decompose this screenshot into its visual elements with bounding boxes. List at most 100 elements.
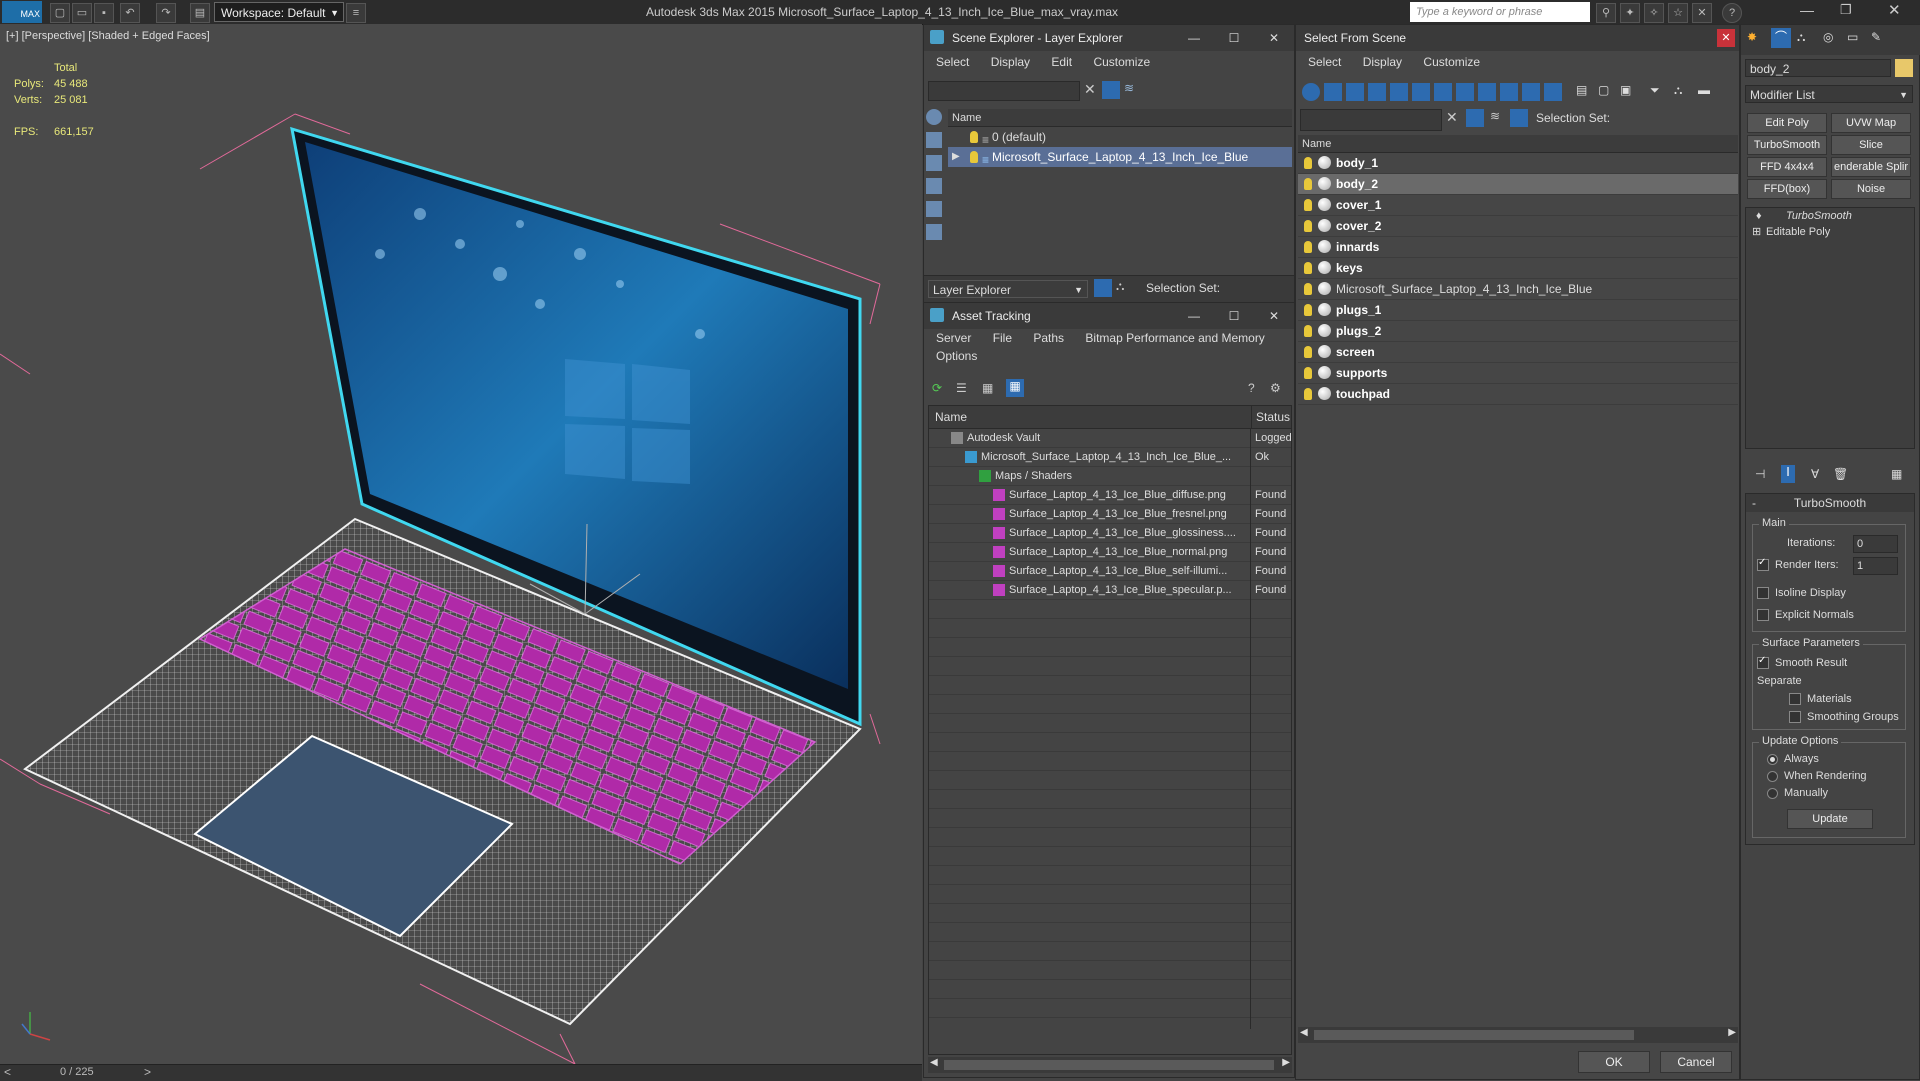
scene-explorer-column-name[interactable]: Name [948,109,1292,127]
scene-object-row[interactable]: supports [1298,363,1738,384]
time-prev-icon[interactable]: < [4,1065,11,1079]
when-rendering-radio[interactable]: When Rendering [1767,770,1867,782]
modify-tab-icon[interactable]: ⌒ [1771,28,1791,48]
lightbulb-icon[interactable] [1304,178,1312,190]
layer-row-laptop[interactable]: ▶ ≡ Microsoft_Surface_Laptop_4_13_Inch_I… [948,147,1292,167]
frozen-filter-icon[interactable] [1522,83,1540,101]
close-icon[interactable]: ✕ [1254,25,1294,51]
menu-file[interactable]: File [993,331,1012,345]
asset-row[interactable]: Maps / Shaders [929,467,1291,486]
scene-object-row[interactable]: plugs_1 [1298,300,1738,321]
cancel-button[interactable]: Cancel [1660,1051,1732,1073]
search-input[interactable]: Type a keyword or phrase [1410,2,1590,22]
scene-explorer-titlebar[interactable]: Scene Explorer - Layer Explorer — ☐ ✕ [924,25,1294,51]
lightbulb-icon[interactable] [1304,220,1312,232]
workspace-menu-icon[interactable]: ≡ [346,3,366,23]
sphere-filter-icon[interactable] [926,109,942,125]
display-tab-icon[interactable]: ▭ [1847,30,1858,44]
layers-icon[interactable]: ≋ [1490,109,1500,123]
asset-row[interactable]: Surface_Laptop_4_13_Ice_Blue_glossiness.… [929,524,1291,543]
asset-row[interactable]: Surface_Laptop_4_13_Ice_Blue_normal.png F… [929,543,1291,562]
select-all-icon[interactable]: ▤ [1576,83,1587,97]
always-radio[interactable]: Always [1767,753,1819,765]
workspace-dropdown[interactable]: Workspace: Default ▼ [214,2,344,22]
close-icon[interactable]: ✕ [1717,29,1735,47]
lightbulb-icon[interactable] [1304,388,1312,400]
minimize-icon[interactable]: — [1174,25,1214,51]
camera-filter-icon[interactable] [926,178,942,194]
modifier-button[interactable]: Slice [1831,135,1911,155]
container-filter-icon[interactable] [1500,83,1518,101]
asset-horizontal-scrollbar[interactable]: ◀ ▶ [928,1057,1292,1073]
shape-filter-icon[interactable] [1324,83,1342,101]
lightbulb-icon[interactable] [1304,199,1312,211]
modifier-button[interactable]: TurboSmooth [1747,135,1827,155]
group-filter-icon[interactable] [1434,83,1452,101]
asset-tracking-titlebar[interactable]: Asset Tracking — ☐ ✕ [924,303,1294,329]
spacewarp-filter-icon[interactable] [926,224,942,240]
clear-search-icon[interactable]: ✕ [1446,109,1458,126]
menu-customize[interactable]: Customize [1423,55,1480,69]
xref-filter-icon[interactable] [1456,83,1474,101]
explorer-type-dropdown[interactable]: Layer Explorer ▼ [928,280,1088,298]
scene-object-row[interactable]: innards [1298,237,1738,258]
select-horizontal-scrollbar[interactable]: ◀ ▶ [1298,1027,1738,1043]
modifier-button[interactable]: FFD(box) [1747,179,1827,199]
scene-object-row[interactable]: keys [1298,258,1738,279]
render-iters-spinner[interactable]: 1 [1853,557,1898,575]
lightbulb-icon[interactable] [1304,304,1312,316]
spacewarp-filter-icon[interactable] [1412,83,1430,101]
refresh-icon[interactable]: ⟳ [932,381,942,395]
scroll-thumb[interactable] [1314,1030,1634,1040]
scroll-thumb[interactable] [944,1060,1274,1070]
materials-checkbox[interactable]: Materials [1789,693,1852,706]
clear-search-icon[interactable]: ✕ [1084,81,1096,98]
pin-stack-icon[interactable]: ⊣ [1755,467,1765,481]
help-icon[interactable]: ? [1248,381,1255,395]
scroll-left-icon[interactable]: ◀ [1300,1027,1308,1038]
minimize-icon[interactable]: — [1800,2,1814,18]
settings-icon[interactable]: ⚙ [1270,381,1281,395]
asset-col-name[interactable]: Name [929,410,967,424]
time-slider[interactable]: < 0 / 225 > [0,1064,922,1081]
ok-button[interactable]: OK [1578,1051,1650,1073]
menu-display[interactable]: Display [991,55,1030,69]
binoculars-icon[interactable]: ⚲ [1596,3,1616,23]
lightbulb-icon[interactable] [1304,367,1312,379]
lightbulb-icon[interactable] [1304,325,1312,337]
iterations-spinner[interactable]: 0 [1853,535,1898,553]
maximize-icon[interactable]: ☐ [1214,303,1254,329]
layer-options-icon[interactable]: ≋ [1124,81,1142,99]
hierarchy-view-icon[interactable]: ⛬ [1116,279,1124,294]
asset-row[interactable]: Microsoft_Surface_Laptop_4_13_Inch_Ice_B… [929,448,1291,467]
selection-set-icon[interactable] [1510,109,1528,127]
render-iters-checkbox[interactable]: Render Iters: [1757,557,1839,572]
select-none-icon[interactable]: ▢ [1598,83,1609,97]
close-icon[interactable]: ✕ [1254,303,1294,329]
open-file-icon[interactable]: ▭ [72,3,92,23]
save-file-icon[interactable]: ▪ [94,3,114,23]
scene-object-row[interactable]: plugs_2 [1298,321,1738,342]
scene-object-row[interactable]: touchpad [1298,384,1738,405]
asset-row[interactable]: Surface_Laptop_4_13_Ice_Blue_specular.p.… [929,581,1291,600]
helper-filter-icon[interactable] [1390,83,1408,101]
filter-icon[interactable] [1466,109,1484,127]
filter-icon[interactable] [1102,81,1120,99]
explicit-normals-checkbox[interactable]: Explicit Normals [1757,609,1854,622]
manually-radio[interactable]: Manually [1767,787,1828,799]
scene-object-row[interactable]: body_2 [1298,174,1738,195]
lightbulb-icon[interactable] [1304,283,1312,295]
lightbulb-icon[interactable] [1304,346,1312,358]
help-icon[interactable]: ? [1722,3,1742,23]
minimize-icon[interactable]: — [1174,303,1214,329]
light-filter-icon[interactable] [926,155,942,171]
scroll-left-icon[interactable]: ◀ [930,1057,938,1068]
object-name-field[interactable]: body_2 [1745,59,1891,77]
hidden-filter-icon[interactable] [1544,83,1562,101]
asset-row[interactable]: Surface_Laptop_4_13_Ice_Blue_diffuse.png… [929,486,1291,505]
asset-col-status[interactable]: Status [1251,406,1290,428]
new-file-icon[interactable]: ▢ [50,3,70,23]
rollout-header[interactable]: - TurboSmooth [1746,494,1914,512]
hierarchy-icon[interactable]: ⛬ [1674,83,1682,98]
light-filter-icon[interactable] [1346,83,1364,101]
